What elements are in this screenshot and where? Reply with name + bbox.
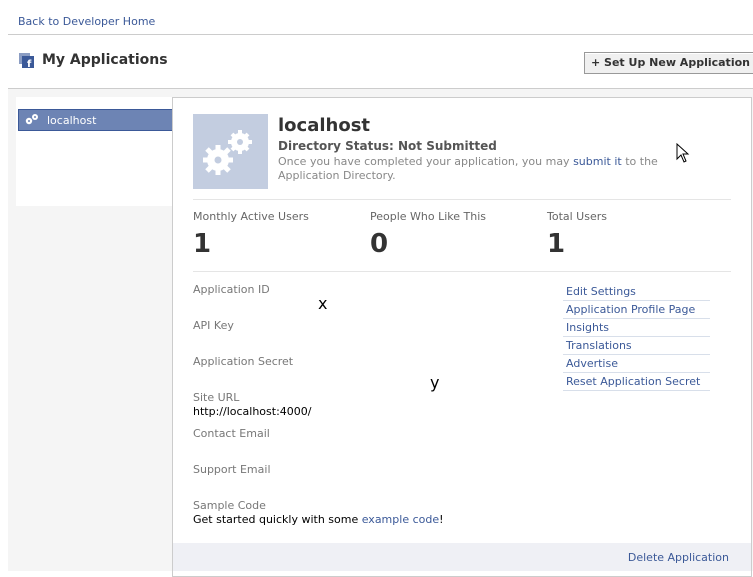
field-label-contact-email: Contact Email <box>193 427 270 440</box>
sample-code-text: ! <box>439 513 444 526</box>
divider <box>8 34 753 35</box>
note-text: Once you have completed your application… <box>278 155 574 168</box>
stat-label: People Who Like This <box>370 210 487 223</box>
example-code-link[interactable]: example code <box>362 513 439 526</box>
application-name: localhost <box>278 115 371 136</box>
field-label-application-secret: Application Secret <box>193 355 294 368</box>
panel-footer: Delete Application <box>173 543 751 571</box>
insights-link[interactable]: Insights <box>563 319 710 337</box>
stat-value: 1 <box>193 229 212 259</box>
directory-status: Directory Status: Not Submitted <box>278 139 497 153</box>
translations-link[interactable]: Translations <box>563 337 710 355</box>
stat-label: Total Users <box>547 210 607 223</box>
site-url-value: http://localhost:4000/ <box>193 405 312 418</box>
stat-label: Monthly Active Users <box>193 210 309 223</box>
delete-application-link[interactable]: Delete Application <box>628 551 729 564</box>
mouse-cursor-icon <box>676 143 690 163</box>
facebook-apps-icon: f <box>19 53 34 68</box>
gears-icon <box>25 114 38 125</box>
page-title: My Applications <box>42 52 168 68</box>
field-label-sample-code: Sample Code <box>193 499 266 512</box>
back-to-developer-home-link[interactable]: Back to Developer Home <box>18 15 155 28</box>
sidebar-item-localhost[interactable]: localhost <box>18 109 173 131</box>
advertise-link[interactable]: Advertise <box>563 355 710 373</box>
submit-it-link[interactable]: submit it <box>573 155 622 168</box>
field-label-site-url: Site URL <box>193 391 240 404</box>
edit-settings-link[interactable]: Edit Settings <box>563 283 710 301</box>
divider <box>193 199 731 200</box>
svg-text:f: f <box>27 59 32 68</box>
application-profile-page-link[interactable]: Application Profile Page <box>563 301 710 319</box>
sample-code-text: Get started quickly with some <box>193 513 362 526</box>
stat-value: 1 <box>547 229 566 259</box>
divider <box>193 271 731 272</box>
set-up-new-application-button[interactable]: + Set Up New Application <box>584 52 753 74</box>
reset-application-secret-link[interactable]: Reset Application Secret <box>563 373 710 391</box>
overlay-text-y: y <box>430 373 440 392</box>
application-actions-menu: Edit Settings Application Profile Page I… <box>563 283 710 391</box>
application-logo-gears-icon <box>193 114 268 189</box>
directory-note: Once you have completed your application… <box>278 155 698 183</box>
stat-value: 0 <box>370 229 389 259</box>
sample-code-value: Get started quickly with some example co… <box>193 513 444 526</box>
field-label-support-email: Support Email <box>193 463 271 476</box>
field-label-api-key: API Key <box>193 319 234 332</box>
overlay-text-x: x <box>318 294 328 313</box>
field-label-application-id: Application ID <box>193 283 270 296</box>
